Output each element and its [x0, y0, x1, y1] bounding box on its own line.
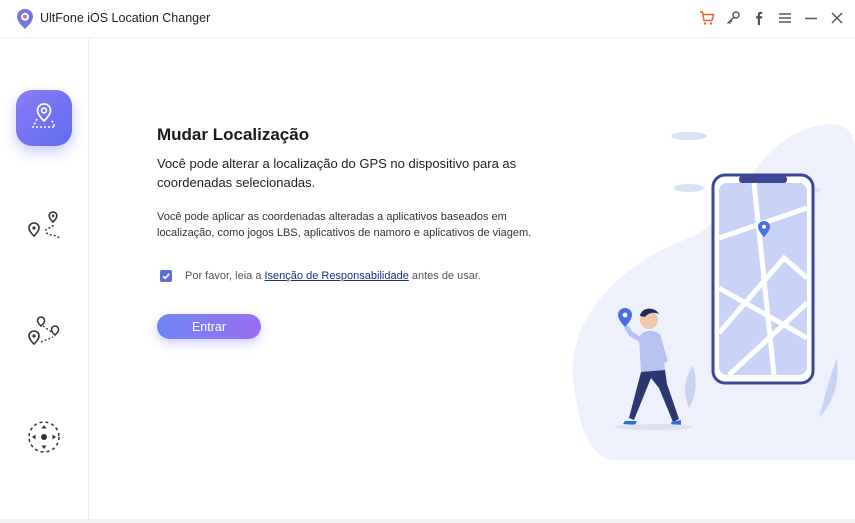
multi-pins-route-icon — [26, 314, 62, 355]
title-bar: UltFone iOS Location Changer — [0, 0, 855, 38]
joystick-icon — [26, 419, 62, 460]
cart-icon[interactable] — [698, 9, 716, 27]
main-panel: Mudar Localização Você pode alterar a lo… — [89, 38, 855, 523]
facebook-icon[interactable] — [750, 9, 768, 27]
key-icon[interactable] — [724, 9, 742, 27]
app-title: UltFone iOS Location Changer — [40, 11, 211, 25]
disclaimer-link[interactable]: Isenção de Responsabilidade — [265, 270, 409, 282]
app-logo-icon — [15, 8, 35, 30]
two-pins-route-icon — [26, 209, 62, 248]
bottom-border — [0, 519, 855, 523]
page-title: Mudar Localização — [157, 125, 310, 144]
sidebar-item-change-location[interactable] — [16, 90, 72, 146]
menu-icon[interactable] — [776, 9, 794, 27]
illustration — [569, 88, 855, 460]
sidebar-item-two-spot[interactable] — [16, 200, 72, 256]
minimize-icon[interactable] — [802, 9, 820, 27]
location-pin-map-icon — [29, 101, 59, 136]
sidebar — [0, 38, 89, 523]
description-text: Você pode alterar a localização do GPS n… — [157, 156, 517, 190]
disclaimer-consent: Por favor, leia a Isenção de Responsabil… — [160, 270, 481, 282]
consent-prefix: Por favor, leia a — [185, 270, 265, 282]
close-icon[interactable] — [828, 9, 846, 27]
note-text: Você pode aplicar as coordenadas alterad… — [157, 211, 532, 239]
enter-button[interactable]: Entrar — [157, 314, 261, 339]
sidebar-item-multi-spot[interactable] — [16, 306, 72, 362]
consent-checkbox[interactable] — [160, 270, 172, 282]
sidebar-item-joystick[interactable] — [16, 411, 72, 467]
consent-suffix: antes de usar. — [408, 270, 481, 282]
